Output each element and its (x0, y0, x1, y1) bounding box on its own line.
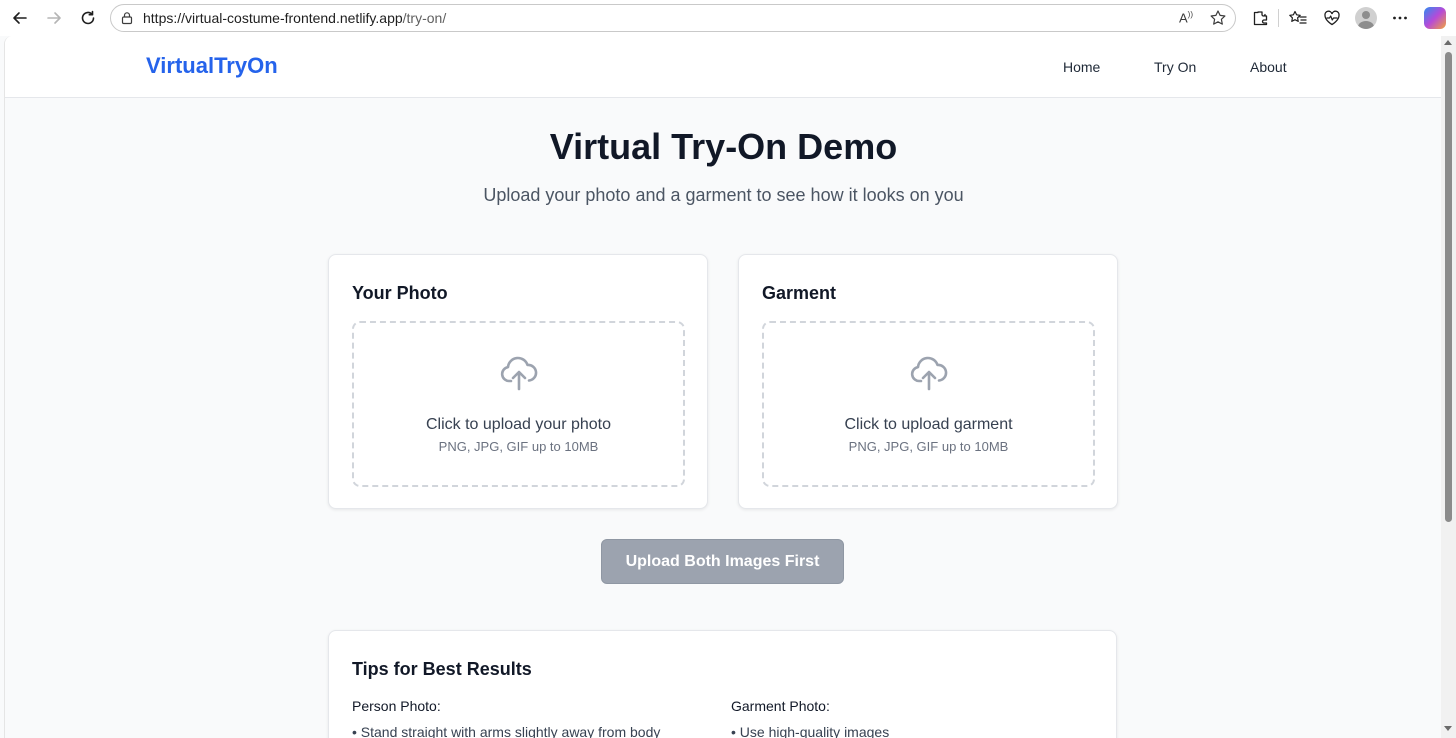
page-viewport: VirtualTryOn Home Try On About Virtual T… (4, 36, 1441, 738)
garment-upload-card: Garment Click to upload garment PNG, JPG… (738, 254, 1118, 509)
nav-home[interactable]: Home (1063, 59, 1100, 75)
photo-upload-hint: PNG, JPG, GIF up to 10MB (438, 439, 599, 454)
scroll-down-arrow-icon[interactable] (1444, 726, 1452, 731)
page-subtitle: Upload your photo and a garment to see h… (483, 185, 964, 205)
tips-card: Tips for Best Results Person Photo: • St… (328, 630, 1117, 738)
site-info-icon[interactable] (120, 11, 134, 30)
photo-upload-card: Your Photo Click to upload your photo PN… (328, 254, 708, 509)
site-header: VirtualTryOn Home Try On About (5, 36, 1441, 98)
photo-upload-prompt: Click to upload your photo (426, 416, 611, 433)
profile-avatar[interactable] (1355, 7, 1377, 29)
garment-card-title: Garment (762, 283, 837, 303)
garment-tips-title: Garment Photo: (731, 698, 830, 714)
read-aloud-icon[interactable]: A)) (1179, 10, 1193, 25)
browser-essentials-icon[interactable] (1320, 6, 1344, 30)
person-tip-item: • Stand straight with arms slightly away… (352, 724, 661, 738)
try-on-submit-button[interactable]: Upload Both Images First (601, 539, 844, 584)
cloud-upload-icon (910, 356, 948, 391)
page-scrollbar[interactable] (1441, 36, 1456, 738)
cloud-upload-icon (500, 356, 538, 391)
browser-toolbar: https://virtual-costume-frontend.netlify… (0, 0, 1456, 36)
more-options-icon[interactable] (1388, 6, 1412, 30)
page-title: Virtual Try-On Demo (549, 126, 898, 167)
garment-dropzone[interactable]: Click to upload garment PNG, JPG, GIF up… (762, 321, 1095, 487)
garment-upload-hint: PNG, JPG, GIF up to 10MB (848, 439, 1009, 454)
garment-upload-prompt: Click to upload garment (844, 416, 1013, 433)
nav-about[interactable]: About (1250, 59, 1287, 75)
forward-icon[interactable] (42, 6, 66, 30)
back-icon[interactable] (8, 6, 32, 30)
address-bar[interactable]: https://virtual-costume-frontend.netlify… (110, 4, 1236, 32)
copilot-icon[interactable] (1424, 7, 1446, 29)
photo-card-title: Your Photo (352, 283, 448, 303)
extensions-icon[interactable] (1248, 6, 1272, 30)
nav-try-on[interactable]: Try On (1154, 59, 1196, 75)
toolbar-divider (1278, 9, 1279, 27)
refresh-icon[interactable] (76, 6, 100, 30)
scrollbar-thumb[interactable] (1445, 52, 1452, 522)
tips-title: Tips for Best Results (352, 659, 532, 679)
favorites-icon[interactable] (1286, 6, 1310, 30)
url-text: https://virtual-costume-frontend.netlify… (143, 10, 446, 26)
scroll-up-arrow-icon[interactable] (1444, 40, 1452, 45)
favorite-star-icon[interactable] (1209, 9, 1227, 32)
person-tips-title: Person Photo: (352, 698, 441, 714)
url-path: /try-on/ (402, 10, 447, 26)
site-logo[interactable]: VirtualTryOn (146, 53, 278, 79)
url-domain: https://virtual-costume-frontend.netlify… (143, 10, 403, 26)
garment-tip-item: • Use high-quality images (731, 724, 890, 738)
photo-dropzone[interactable]: Click to upload your photo PNG, JPG, GIF… (352, 321, 685, 487)
